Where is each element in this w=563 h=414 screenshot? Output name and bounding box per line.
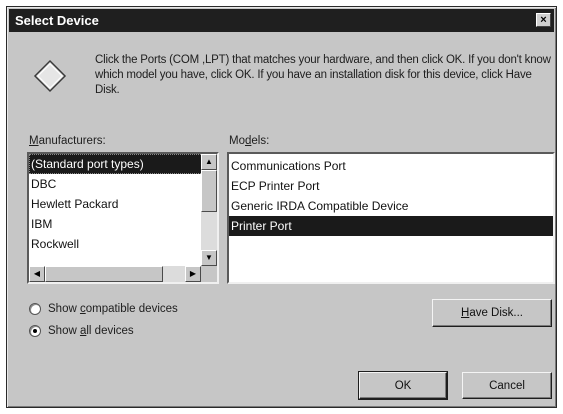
models-listbox[interactable]: Communications Port ECP Printer Port Gen… — [227, 152, 555, 284]
title-bar[interactable]: Select Device × — [9, 9, 554, 32]
arrow-up-icon: ▲ — [205, 157, 213, 166]
dialog-title: Select Device — [15, 13, 99, 28]
list-item[interactable]: Generic IRDA Compatible Device — [229, 196, 553, 216]
models-label: Models: — [229, 135, 270, 147]
show-compatible-radio[interactable]: Show compatible devices — [29, 303, 178, 315]
radio-label: Show all devices — [48, 325, 134, 337]
vertical-scroll-thumb[interactable] — [201, 170, 217, 212]
scroll-right-button[interactable]: ▶ — [185, 266, 201, 282]
list-item[interactable]: ECP Printer Port — [229, 176, 553, 196]
scroll-left-button[interactable]: ◀ — [29, 266, 45, 282]
close-icon: × — [540, 14, 547, 26]
arrow-right-icon: ▶ — [189, 269, 197, 278]
arrow-down-icon: ▼ — [205, 253, 213, 262]
select-device-dialog: Select Device × Click the Ports (COM ,LP… — [6, 6, 557, 408]
list-item[interactable]: IBM — [29, 214, 217, 234]
diamond-info-icon — [33, 59, 67, 93]
horizontal-scroll-thumb[interactable] — [45, 266, 163, 282]
close-button[interactable]: × — [536, 13, 551, 27]
list-item[interactable]: Printer Port — [229, 216, 553, 236]
instructions-text: Click the Ports (COM ,LPT) that matches … — [95, 54, 551, 96]
list-item[interactable]: Rockwell — [29, 234, 217, 254]
ok-button[interactable]: OK — [358, 371, 448, 400]
list-item[interactable]: (Standard port types) — [29, 154, 217, 174]
manufacturers-listbox[interactable]: (Standard port types) DBC Hewlett Packar… — [27, 152, 219, 284]
list-item[interactable]: DBC — [29, 174, 217, 194]
show-all-radio[interactable]: Show all devices — [29, 325, 134, 337]
cancel-button[interactable]: Cancel — [462, 372, 552, 399]
list-item[interactable]: Communications Port — [229, 156, 553, 176]
scroll-down-button[interactable]: ▼ — [201, 250, 217, 266]
radio-button[interactable] — [29, 325, 41, 337]
arrow-left-icon: ◀ — [33, 269, 41, 278]
manufacturers-horizontal-scrollbar[interactable]: ◀ ▶ — [29, 266, 201, 282]
have-disk-button[interactable]: Have Disk... — [432, 299, 552, 327]
radio-button[interactable] — [29, 303, 41, 315]
scrollbar-corner — [201, 266, 217, 282]
radio-label: Show compatible devices — [48, 303, 178, 315]
manufacturers-vertical-scrollbar[interactable]: ▲ ▼ — [201, 154, 217, 266]
manufacturers-label: Manufacturers: — [29, 135, 106, 147]
scroll-up-button[interactable]: ▲ — [201, 154, 217, 170]
list-item[interactable]: Hewlett Packard — [29, 194, 217, 214]
